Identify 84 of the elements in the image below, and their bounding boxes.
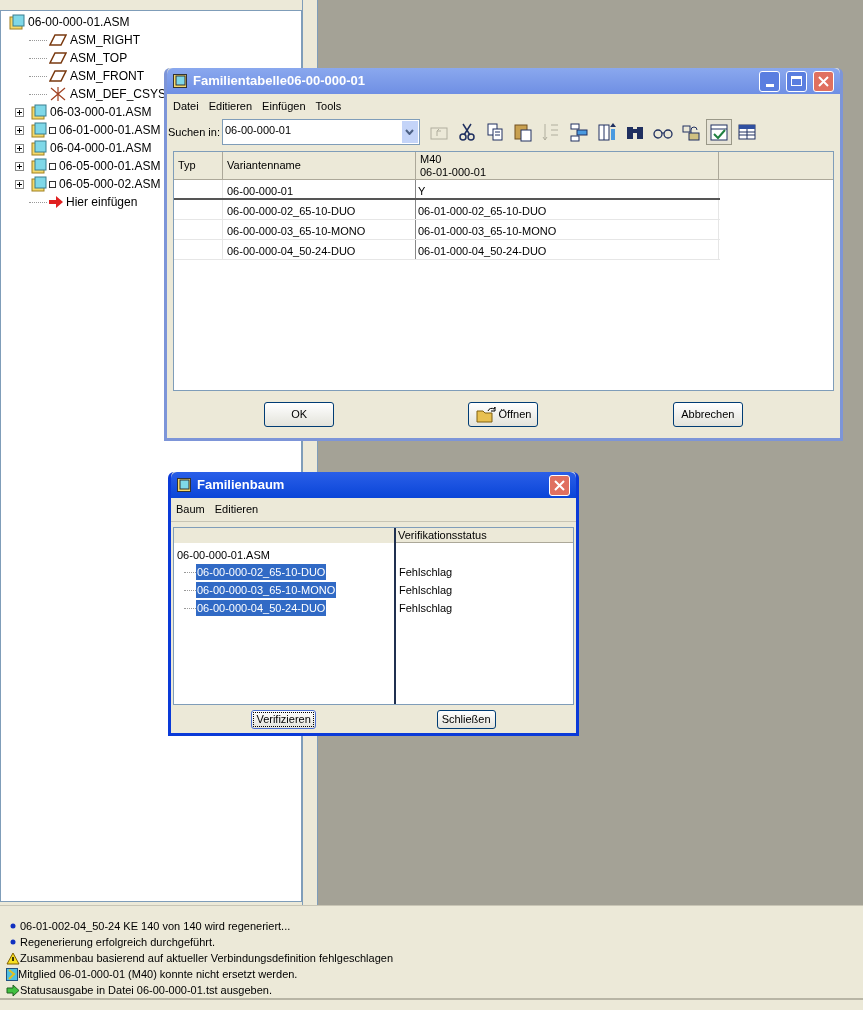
column-header[interactable]: M40 06-01-000-01 (416, 152, 719, 179)
assembly-icon (31, 176, 47, 192)
folder-icon (475, 406, 496, 423)
close-button[interactable] (813, 70, 834, 92)
table-cell: 06-01-000-03_65-10-MONO (416, 220, 719, 239)
window-title: Familienbaum (197, 476, 286, 495)
close-button[interactable] (549, 474, 570, 496)
expand-icon[interactable] (14, 125, 24, 135)
table-row[interactable]: 06-00-000-03_65-10-MONO 06-01-000-03_65-10-MONO (174, 220, 720, 240)
tree-item[interactable]: 06-04-000-01.ASM (50, 139, 152, 157)
tree-item[interactable]: 06-00-000-03_65-10-MONO (196, 581, 337, 599)
menu-item[interactable]: Datei (173, 97, 199, 115)
expand-icon[interactable] (14, 143, 24, 153)
column-header[interactable]: Verifikationsstatus (396, 528, 573, 543)
expand-icon[interactable] (14, 107, 24, 117)
table-cell: 06-00-000-02_65-10-DUO (223, 200, 416, 219)
dialog-button[interactable]: Abbrechen (672, 402, 743, 427)
check-table-icon[interactable] (706, 119, 732, 145)
tree-item[interactable]: ASM_FRONT (70, 67, 144, 85)
menu-item[interactable]: Baum (176, 501, 205, 518)
column-header[interactable]: Typ (174, 152, 223, 179)
app-icon (173, 74, 187, 88)
status-text: Fehlschlag (398, 601, 454, 616)
tree-item[interactable]: 06-00-000-01.ASM (174, 543, 394, 563)
plane-icon (49, 70, 67, 82)
table-cell: 06-00-000-01 (223, 180, 416, 198)
menu-item[interactable]: Editieren (214, 501, 259, 518)
table-cell: 06-00-000-04_50-24-DUO (223, 240, 416, 259)
tree-item[interactable]: ASM_TOP (70, 49, 128, 67)
table-cell: Y (416, 180, 719, 198)
table-cell: 06-00-000-03_65-10-MONO (223, 220, 416, 239)
assembly-icon (9, 14, 25, 30)
message-text: Mitglied 06-01-000-01 (M40) konnte nicht ersetzt werden. (18, 966, 298, 982)
tree-item[interactable]: ASM_RIGHT (70, 31, 140, 49)
tree-item[interactable]: 06-00-000-04_50-24-DUO (196, 599, 327, 617)
message-text: Zusammenbau basierend auf aktueller Verbindungsdefinition fehlgeschlagen (20, 950, 394, 966)
tree-item[interactable]: ASM_DEF_CSYS (70, 85, 167, 103)
tree-item[interactable]: 06-00-000-02_65-10-DUO (196, 563, 327, 581)
menu-item[interactable]: Tools (315, 97, 342, 115)
table-row[interactable]: 06-00-000-01 Y (174, 180, 720, 200)
status-text: Fehlschlag (398, 565, 454, 580)
tree-item[interactable]: 06-01-000-01.ASM (59, 121, 161, 139)
dialog-button[interactable]: Schließen (436, 709, 496, 729)
coordinate-system-icon (49, 86, 67, 102)
tree-item[interactable]: 06-00-000-01.ASM (28, 13, 130, 31)
assembly-icon (31, 158, 47, 174)
arrow-icon (49, 196, 63, 208)
maximize-button[interactable] (786, 70, 807, 92)
window-title: Familientabelle06-00-000-01 (193, 72, 366, 91)
table-row[interactable]: 06-00-000-02_65-10-DUO 06-01-000-02_65-10-DUO (174, 200, 720, 220)
warning-icon (6, 951, 20, 965)
assembly-icon (31, 140, 47, 156)
search-label: Suchen in: (168, 124, 220, 140)
message-text: Regenerierung erfolgreich durchgeführt. (20, 934, 216, 950)
app-icon (177, 478, 191, 492)
table-cell: 06-01-000-02_65-10-DUO (416, 200, 719, 219)
assembly-icon (31, 122, 47, 138)
menu-item[interactable]: Editieren (208, 97, 253, 115)
expand-icon[interactable] (14, 161, 24, 171)
expand-icon[interactable] (14, 179, 24, 189)
minimize-button[interactable] (759, 70, 780, 92)
dialog-button[interactable]: Verifizieren (251, 709, 316, 729)
status-text: Fehlschlag (398, 583, 454, 598)
message-text: 06-01-002-04_50-24 KE 140 von 140 wird regeneriert... (20, 918, 291, 934)
plane-icon (49, 52, 67, 64)
dialog-button[interactable]: OK (264, 402, 335, 427)
tree-item[interactable]: 06-05-000-02.ASM (59, 175, 161, 193)
close-icon (554, 479, 565, 491)
search-dropdown[interactable]: 06-00-000-01 (222, 119, 420, 145)
menu-item[interactable]: Einfügen (262, 97, 306, 115)
tree-item[interactable]: 06-03-000-01.ASM (50, 103, 152, 121)
tree-item[interactable]: Hier einfügen (66, 193, 138, 211)
minimize-icon (765, 83, 774, 87)
arrow-icon (6, 983, 20, 997)
tree-item[interactable]: 06-05-000-01.ASM (59, 157, 161, 175)
table-cell: 06-01-000-04_50-24-DUO (416, 240, 719, 259)
close-icon (818, 75, 829, 87)
message-text: Statusausgabe in Datei 06-00-000-01.tst ausgeben. (20, 982, 272, 998)
plane-icon (49, 34, 67, 46)
maximize-icon (791, 76, 802, 86)
dialog-button[interactable]: Öffnen (468, 402, 539, 427)
table-row[interactable]: 06-00-000-04_50-24-DUO 06-01-000-04_50-24-DUO (174, 240, 720, 260)
assembly-icon (31, 104, 47, 120)
column-header[interactable]: Variantenname (223, 152, 416, 179)
